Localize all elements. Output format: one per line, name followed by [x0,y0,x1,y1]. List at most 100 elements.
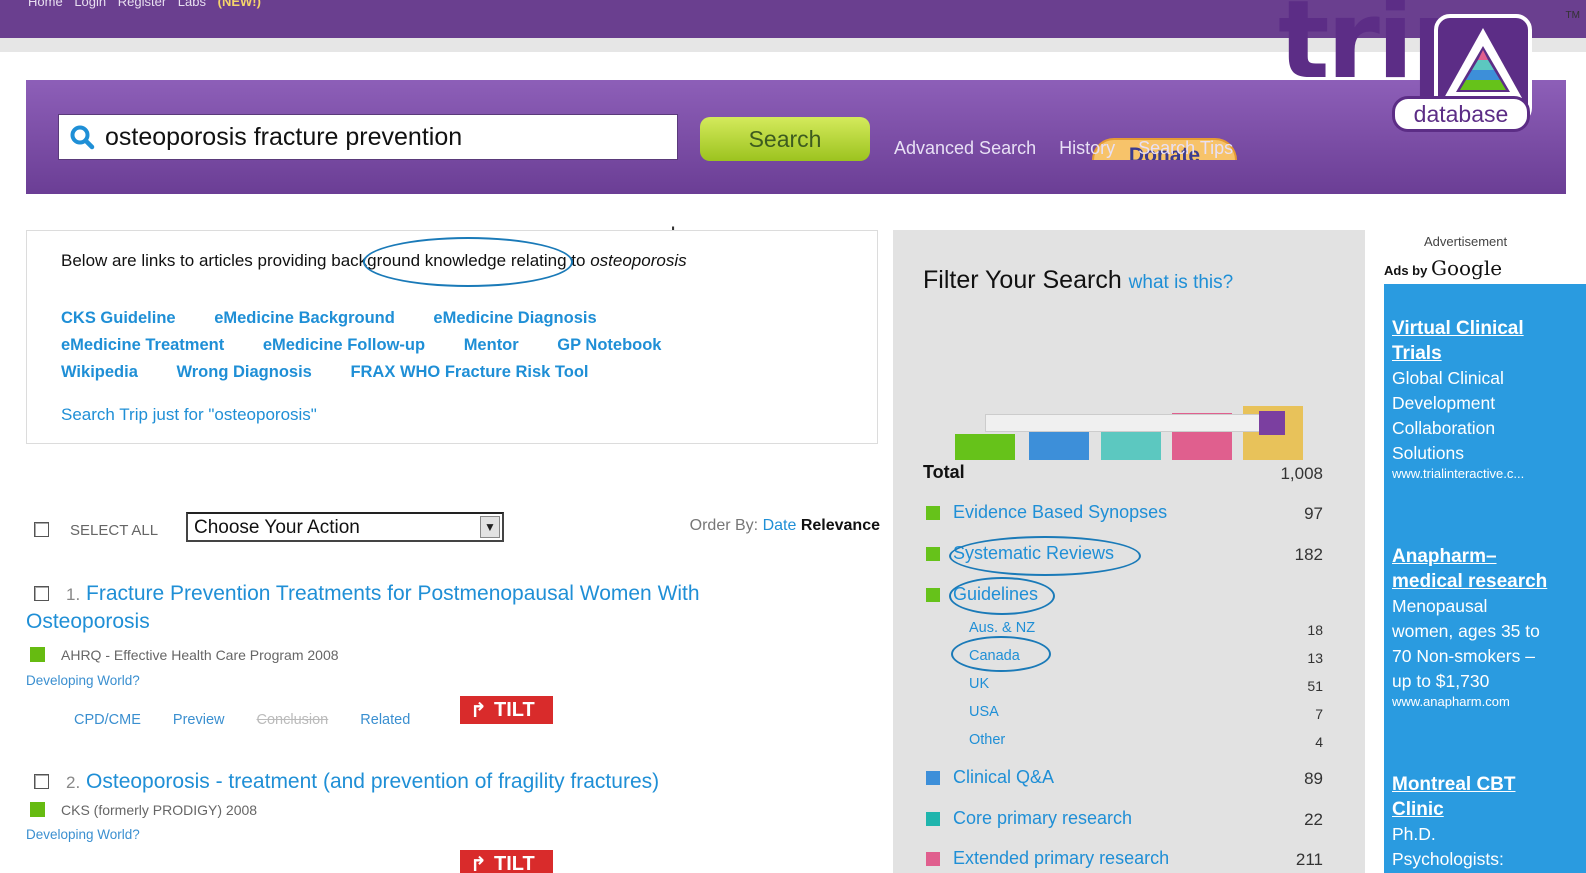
filter-row-core-primary-research[interactable]: Core primary research 22 [923,808,1323,832]
result-title-link-cont[interactable]: Osteoporosis [26,610,150,634]
category-swatch [926,812,940,826]
filter-slider-thumb[interactable] [1259,411,1285,435]
results-actions-bar: SELECT ALL Choose Your Action ▼ Order By… [34,512,880,544]
preview-link[interactable]: Preview [173,712,225,728]
ad-headline[interactable]: Montreal CBT [1392,772,1586,797]
ads-panel: Virtual Clinical Trials Global Clinical … [1384,284,1586,873]
register-link[interactable]: Register [118,0,166,9]
search-input[interactable]: osteoporosis fracture prevention [58,114,678,160]
result-checkbox[interactable] [34,774,49,789]
advertisement-label: Advertisement [1424,234,1508,249]
filter-sub-usa[interactable]: USA 7 [923,704,1323,728]
developing-world-link[interactable]: Developing World? [26,827,140,842]
wikipedia-link[interactable]: Wikipedia [61,363,138,381]
choose-action-dropdown[interactable]: Choose Your Action ▼ [186,512,504,542]
home-link[interactable]: Home [28,0,63,9]
filter-slider-track[interactable] [985,414,1285,432]
emedicine-followup-link[interactable]: eMedicine Follow-up [263,336,425,354]
category-swatch [926,771,940,785]
annotation-circle [363,237,573,287]
related-link[interactable]: Related [360,712,410,728]
result-title-link[interactable]: 2. Osteoporosis - treatment (and prevent… [66,766,826,799]
result-links: CPD/CME Preview Conclusion Related [74,712,438,728]
developing-world-link[interactable]: Developing World? [26,673,140,688]
frax-tool-link[interactable]: FRAX WHO Fracture Risk Tool [350,363,588,381]
order-by-date-link[interactable]: Date [763,517,797,534]
ad-headline[interactable]: Trials [1392,341,1586,366]
login-link[interactable]: Login [74,0,106,9]
category-swatch [926,506,940,520]
evidence-pyramid-bars[interactable] [943,310,1323,460]
cks-guideline-link[interactable]: CKS Guideline [61,309,176,327]
ads-column: Advertisement Ads by Google Virtual Clin… [1366,230,1586,873]
filter-sub-uk[interactable]: UK 51 [923,676,1323,700]
annotation-circle [949,536,1141,576]
background-term: osteoporosis [590,251,687,270]
filter-panel: Filter Your Search what is this? Total 1… [893,230,1365,873]
tilt-button[interactable]: ↱ TILT [460,696,553,724]
search-icon [70,125,95,150]
annotation-circle [949,577,1055,615]
filter-title: Filter Your Search what is this? [923,266,1234,294]
search-query-text: osteoporosis fracture prevention [105,123,463,151]
emedicine-background-link[interactable]: eMedicine Background [214,309,395,327]
evidence-type-icon [30,802,45,817]
search-tips-link[interactable]: Search Tips [1138,138,1233,158]
emedicine-treatment-link[interactable]: eMedicine Treatment [61,336,224,354]
category-swatch [926,852,940,866]
advanced-search-link[interactable]: Advanced Search [894,138,1036,158]
labs-link[interactable]: Labs [178,0,206,9]
ad-item[interactable]: Anapharm– medical research Menopausal wo… [1392,544,1586,710]
tilt-button[interactable]: ↱ TILT [460,850,553,873]
logo-database-text: database [1392,96,1530,132]
cpd-cme-link[interactable]: CPD/CME [74,712,141,728]
top-nav-links: Home Login Register Labs (NEW!) [28,0,269,9]
ads-by-google[interactable]: Ads by Google [1384,256,1502,282]
mentor-link[interactable]: Mentor [464,336,519,354]
filter-row-evidence-synopses[interactable]: Evidence Based Synopses 97 [923,502,1323,526]
chevron-down-icon: ▼ [480,516,500,538]
ad-headline[interactable]: Anapharm– [1392,544,1586,569]
emedicine-diagnosis-link[interactable]: eMedicine Diagnosis [433,309,596,327]
what-is-this-link[interactable]: what is this? [1129,272,1234,293]
labs-new-badge: (NEW!) [217,0,261,9]
search-button[interactable]: Search [700,117,870,161]
filter-row-clinical-qa[interactable]: Clinical Q&A 89 [923,767,1323,791]
search-trip-just-link[interactable]: Search Trip just for "osteoporosis" [61,405,317,425]
result-item: 1. Fracture Prevention Treatments for Po… [26,578,886,738]
category-swatch [926,588,940,602]
wrong-diagnosis-link[interactable]: Wrong Diagnosis [176,363,311,381]
ad-headline[interactable]: Clinic [1392,797,1586,822]
background-knowledge-box: Below are links to articles providing ba… [26,230,878,444]
result-title-link[interactable]: 1. Fracture Prevention Treatments for Po… [66,578,826,611]
result-source: AHRQ - Effective Health Care Program 200… [30,647,339,663]
filter-sub-other[interactable]: Other 4 [923,732,1323,756]
order-by: Order By: Date Relevance [689,517,880,534]
ad-item[interactable]: Virtual Clinical Trials Global Clinical … [1392,316,1586,482]
result-source: CKS (formerly PRODIGY) 2008 [30,802,257,818]
ad-headline[interactable]: Virtual Clinical [1392,316,1586,341]
conclusion-link: Conclusion [256,712,329,728]
filter-bar-synopses[interactable] [955,434,1015,460]
background-links: CKS Guideline eMedicine Background eMedi… [61,309,696,390]
tilt-icon: ↱ [470,854,487,873]
select-all-label: SELECT ALL [70,522,159,539]
result-checkbox[interactable] [34,586,49,601]
category-swatch [926,547,940,561]
trademark-mark: TM [1565,10,1580,21]
select-all-checkbox[interactable] [34,522,49,537]
tilt-icon: ↱ [470,700,487,722]
annotation-circle [951,636,1051,672]
order-by-relevance: Relevance [800,517,880,534]
ad-headline[interactable]: medical research [1392,569,1586,594]
ad-item[interactable]: Montreal CBT Clinic Ph.D. Psychologists: [1392,772,1586,872]
result-item: 2. Osteoporosis - treatment (and prevent… [26,766,886,873]
trip-database-logo[interactable]: trip database TM [1268,0,1586,150]
history-link[interactable]: History [1059,138,1115,158]
gp-notebook-link[interactable]: GP Notebook [557,336,661,354]
ad-url: www.trialinteractive.c... [1392,466,1525,481]
header-links: Advanced Search History Search Tips [894,138,1251,159]
filter-row-extended-primary-research[interactable]: Extended primary research 211 [923,848,1323,872]
evidence-type-icon [30,647,45,662]
google-logo: Google [1430,256,1503,280]
